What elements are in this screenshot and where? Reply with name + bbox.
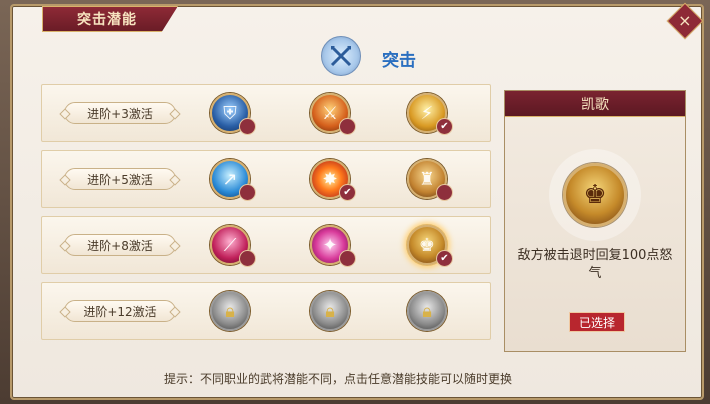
skill-slot-locked-3[interactable]: 🔒︎ xyxy=(407,291,447,331)
detail-title-bar: 凯歌 xyxy=(505,91,685,117)
skill-slot-pink-burst[interactable]: ✦ xyxy=(310,225,356,267)
detail-skill-icon: ♚ xyxy=(563,163,627,227)
checkmark-icon: ✔ xyxy=(436,250,453,267)
skill-slot-locked-1[interactable]: 🔒︎ xyxy=(210,291,250,331)
checkmark-icon: ✔ xyxy=(436,118,453,135)
warrior-triumph-icon: ♚ xyxy=(583,180,607,210)
skill-slot-explosion[interactable]: ✸ ✔ xyxy=(310,159,356,201)
tier-label: 进阶+3激活 xyxy=(64,102,176,124)
window-title: 突击潜能 xyxy=(77,12,137,28)
unselected-dot-icon xyxy=(239,118,256,135)
tier-label: 进阶+12激活 xyxy=(64,300,176,322)
detail-description: 敌方被击退时回复100点怒气 xyxy=(517,248,673,281)
unselected-dot-icon xyxy=(339,118,356,135)
potential-panel: 突击潜能 × 突击 进阶+3激活 ⛨ ⚔ ⚡ ✔ 进阶+5激活 ↗ ✸ ✔ ♜ … xyxy=(10,2,704,400)
window-title-tab: 突击潜能 xyxy=(42,6,178,32)
skill-slot-warrior-triumph[interactable]: ♚ ✔ xyxy=(407,225,453,267)
tier-row-2: 进阶+5激活 ↗ ✸ ✔ ♜ xyxy=(41,150,491,208)
crossed-swords-icon xyxy=(321,36,361,76)
tier-label: 进阶+5激活 xyxy=(64,168,176,190)
padlock-icon: 🔒︎ xyxy=(422,300,432,322)
detail-title: 凯歌 xyxy=(581,96,609,113)
tier-row-4: 进阶+12激活 🔒︎ 🔒︎ 🔒︎ xyxy=(41,282,491,340)
tier-label: 进阶+8激活 xyxy=(64,234,176,256)
footer-tip: 提示：不同职业的武将潜能不同，点击任意潜能技能可以随时更换 xyxy=(164,372,513,386)
unselected-dot-icon xyxy=(239,250,256,267)
skill-detail-card: 凯歌 ♚ 敌方被击退时回复100点怒气 已选择 xyxy=(504,90,686,352)
skill-slot-magenta-slash[interactable]: ⟋ xyxy=(210,225,256,267)
tier-row-1: 进阶+3激活 ⛨ ⚔ ⚡ ✔ xyxy=(41,84,491,142)
skill-slot-shield[interactable]: ⛨ xyxy=(210,93,256,135)
skill-slot-lightning-spear[interactable]: ↗ xyxy=(210,159,256,201)
skill-slot-gold-blade[interactable]: ⚡ ✔ xyxy=(407,93,453,135)
unselected-dot-icon xyxy=(436,184,453,201)
padlock-icon: 🔒︎ xyxy=(225,300,235,322)
tier-row-3: 进阶+8激活 ⟋ ✦ ♚ ✔ xyxy=(41,216,491,274)
unselected-dot-icon xyxy=(339,250,356,267)
skill-slot-locked-2[interactable]: 🔒︎ xyxy=(310,291,350,331)
close-button[interactable]: × xyxy=(666,2,704,40)
skill-slot-warrior-slash[interactable]: ⚔ xyxy=(310,93,356,135)
unselected-dot-icon xyxy=(239,184,256,201)
checkmark-icon: ✔ xyxy=(339,184,356,201)
category-title: 突击 xyxy=(382,51,416,71)
selected-status-badge: 已选择 xyxy=(569,312,625,332)
skill-slot-warrior-gold[interactable]: ♜ xyxy=(407,159,453,201)
close-icon: × xyxy=(678,11,692,30)
padlock-icon: 🔒︎ xyxy=(325,300,335,322)
